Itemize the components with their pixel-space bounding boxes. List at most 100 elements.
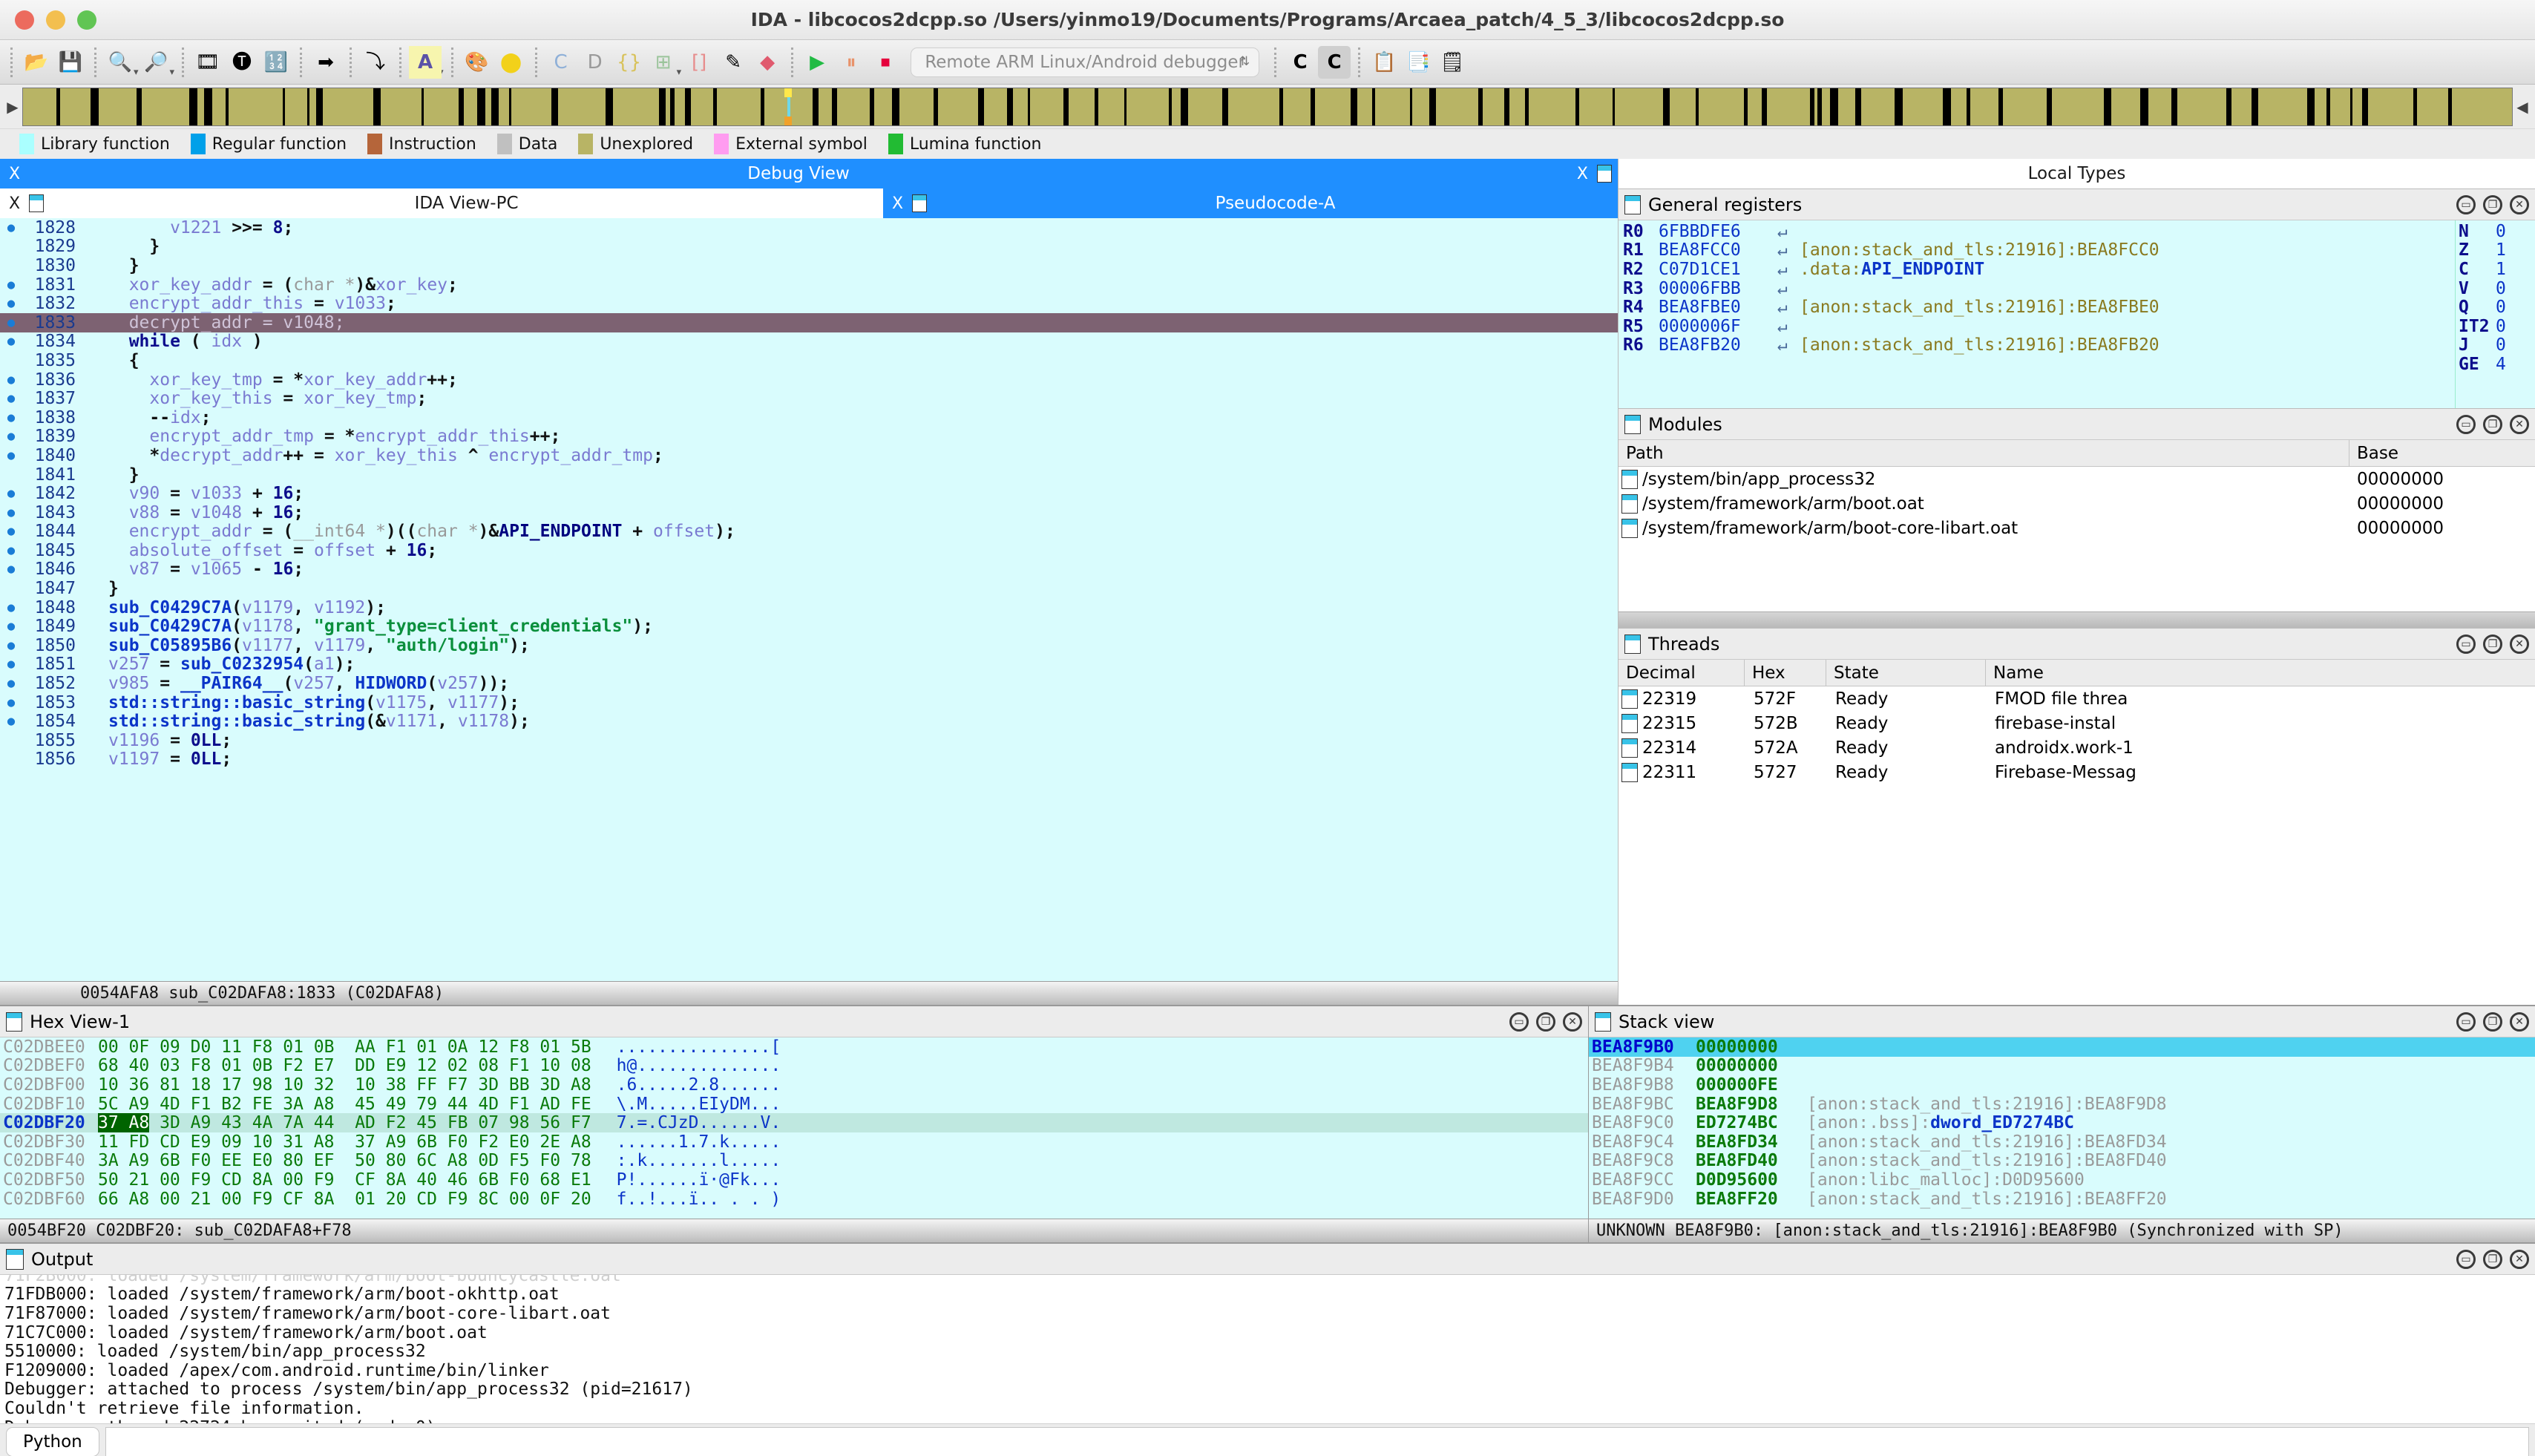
register-row[interactable]: R1BEA8FCC0↵[anon:stack_and_tls:21916]:BE… — [1623, 241, 2455, 260]
tab-debug-view[interactable]: X Debug View X — [0, 159, 1618, 188]
breakpoint-dot-icon[interactable]: ● — [0, 410, 22, 425]
close-icon[interactable]: X — [0, 165, 29, 183]
close-panel-button[interactable]: ✕ — [2510, 1250, 2529, 1269]
threads-list[interactable]: 22319572FReadyFMOD file threa22315572BRe… — [1619, 686, 2535, 1005]
symbol-link[interactable]: API_ENDPOINT — [1861, 260, 1984, 279]
hex-bytes[interactable]: 66 A8 00 21 00 F9 CF 8A 01 20 CD F9 8C 0… — [98, 1190, 591, 1209]
debug-view-tabrow[interactable]: X Debug View X — [0, 159, 1618, 188]
close-panel-button[interactable]: ✕ — [2510, 1012, 2529, 1032]
threads-col-name[interactable]: Name — [1986, 660, 2535, 686]
minimize-panel-button[interactable]: ▭ — [2456, 1012, 2476, 1032]
color-icon[interactable]: 🎨 — [461, 46, 493, 79]
delete-type-icon[interactable]: 🗒 — [1436, 46, 1469, 79]
pseudocode-line[interactable]: ●1851v257 = sub_C0232954(a1); — [0, 655, 1618, 675]
pseudocode-line[interactable]: 1855v1196 = 0LL; — [0, 731, 1618, 750]
hex-bytes[interactable]: 5C A9 4D F1 B2 FE 3A A8 45 49 79 44 4D F… — [98, 1095, 591, 1114]
navigation-band[interactable] — [22, 88, 2513, 126]
stack-row[interactable]: BEA8F9D0BEA8FF20[anon:stack_and_tls:2191… — [1589, 1190, 2535, 1209]
close-icon[interactable]: X — [883, 194, 912, 213]
threads-col-state[interactable]: State — [1826, 660, 1986, 686]
flag-row[interactable]: Z1 — [2456, 241, 2535, 260]
float-panel-button[interactable]: ❐ — [2483, 1250, 2502, 1269]
register-value[interactable]: 6FBBDFE6 — [1659, 222, 1777, 241]
hex-row[interactable]: C02DBF105C A9 4D F1 B2 FE 3A A8 45 49 79… — [0, 1095, 1588, 1114]
register-value[interactable]: 00006FBB — [1659, 279, 1777, 298]
pseudocode-line[interactable]: ●1839 encrypt_addr_tmp = *encrypt_addr_t… — [0, 427, 1618, 447]
pseudocode-line[interactable]: ●1845 absolute_offset = offset + 16; — [0, 541, 1618, 560]
stack-value[interactable]: BEA8FD34 — [1696, 1132, 1807, 1152]
stack-value[interactable]: 000000FE — [1696, 1075, 1807, 1095]
hex-bytes[interactable]: 50 21 00 F9 CD 8A 00 F9 CF 8A 40 46 6B F… — [98, 1170, 591, 1190]
breakpoint-dot-icon[interactable]: ● — [0, 391, 22, 406]
float-panel-button[interactable]: ❐ — [2483, 1012, 2502, 1032]
pseudocode-line[interactable]: ●1844 encrypt_addr = (__int64 *)((char *… — [0, 522, 1618, 542]
flags-list[interactable]: N0Z1C1V0Q0IT20J0GE4 — [2455, 220, 2535, 408]
register-value[interactable]: C07D1CE1 — [1659, 260, 1777, 279]
breakpoint-dot-icon[interactable]: ● — [0, 296, 22, 311]
minimize-panel-button[interactable]: ▭ — [1509, 1012, 1529, 1032]
tab-local-types[interactable]: Local Types — [1619, 159, 2535, 188]
run-icon[interactable]: ▶ — [801, 46, 833, 79]
breakpoint-dot-icon[interactable]: ● — [0, 278, 22, 292]
add-code-icon[interactable]: C — [545, 46, 577, 79]
hex-row[interactable]: C02DBF403A A9 6B F0 EE E0 80 EF 50 80 6C… — [0, 1152, 1588, 1171]
panel-buttons[interactable]: ▭ ❐ ✕ — [2456, 195, 2529, 214]
general-registers-body[interactable]: R06FBBDFE6↵R1BEA8FCC0↵[anon:stack_and_tl… — [1619, 220, 2535, 408]
stack-value[interactable]: BEA8F9D8 — [1696, 1095, 1807, 1114]
add-type-icon[interactable]: 📑 — [1402, 46, 1434, 79]
breakpoint-dot-icon[interactable]: ● — [0, 619, 22, 634]
panel-buttons[interactable]: ▭ ❐ ✕ — [2456, 415, 2529, 434]
table-row[interactable]: 22319572FReadyFMOD file threa — [1619, 686, 2535, 711]
text-view-icon[interactable]: 🅣 — [226, 46, 258, 79]
pseudocode-line[interactable]: ●1842 v90 = v1033 + 16; — [0, 484, 1618, 503]
symbol-link[interactable]: dword_ED7274BC — [1930, 1113, 2074, 1132]
stack-row[interactable]: BEA8F9CCD0D95600[anon:libc_malloc]:D0D95… — [1589, 1170, 2535, 1190]
close-panel-button[interactable]: ✕ — [2510, 195, 2529, 214]
follow-icon[interactable]: ↵ — [1777, 240, 1800, 260]
pseudocode-line[interactable]: ●1848sub_C0429C7A(v1179, v1192); — [0, 598, 1618, 617]
panel-buttons[interactable]: ▭ ❐ ✕ — [2456, 1012, 2529, 1032]
pause-icon[interactable]: ⏸ — [835, 46, 868, 79]
local-types-tabrow[interactable]: Local Types — [1619, 159, 2535, 188]
follow-icon[interactable]: ↵ — [1777, 298, 1800, 317]
edit-icon[interactable]: ✎ — [717, 46, 750, 79]
hex-row[interactable]: C02DBEF068 40 03 F8 01 0B F2 E7 DD E9 12… — [0, 1057, 1588, 1076]
hex-bytes[interactable]: 37 A8 3D A9 43 4A 7A 44 AD F2 45 FB 07 9… — [98, 1113, 591, 1132]
hex-bytes[interactable]: 68 40 03 F8 01 0B F2 E7 DD E9 12 02 08 F… — [98, 1056, 591, 1075]
add-struct-icon[interactable]: {} — [613, 46, 646, 79]
breakpoint-dot-icon[interactable]: ● — [0, 315, 22, 330]
pseudocode-line[interactable]: ●1831 xor_key_addr = (char *)&xor_key; — [0, 275, 1618, 295]
table-row[interactable]: /system/framework/arm/boot-core-libart.o… — [1619, 516, 2535, 540]
register-value[interactable]: 0000006F — [1659, 317, 1777, 336]
breakpoint-dot-icon[interactable]: ● — [0, 638, 22, 653]
register-row[interactable]: R4BEA8FBE0↵[anon:stack_and_tls:21916]:BE… — [1623, 298, 2455, 317]
stack-value[interactable]: D0D95600 — [1696, 1170, 1807, 1190]
cli-input[interactable] — [105, 1427, 2529, 1456]
delete-icon[interactable]: ◆ — [751, 46, 784, 79]
flag-value[interactable]: 0 — [2496, 335, 2506, 355]
pseudocode-pane[interactable]: ●1828 v1221 >>= 8;1829 }1830 }●1831 xor_… — [0, 218, 1618, 1005]
stack-value[interactable]: BEA8FF20 — [1696, 1190, 1807, 1209]
close-icon[interactable]: X — [0, 194, 29, 213]
save-icon[interactable]: 💾 — [54, 46, 87, 79]
register-value[interactable]: BEA8FCC0 — [1659, 240, 1777, 260]
table-row[interactable]: /system/bin/app_process3200000000 — [1619, 467, 2535, 491]
nav-left-arrow-icon[interactable]: ▶ — [6, 98, 19, 116]
breakpoint-dot-icon[interactable]: ● — [0, 334, 22, 349]
debugger-select[interactable]: Remote ARM Linux/Android debugger ⇅ — [911, 47, 1259, 77]
decompile-icon[interactable]: Ⅽ — [1284, 46, 1316, 79]
pseudocode-line[interactable]: ●1853std::string::basic_string(v1175, v1… — [0, 693, 1618, 712]
stack-row[interactable]: BEA8F9B8000000FE — [1589, 1075, 2535, 1095]
close-panel-button[interactable]: ✕ — [2510, 634, 2529, 654]
pseudocode-line[interactable]: ●1843 v88 = v1048 + 16; — [0, 503, 1618, 522]
font-icon[interactable]: A — [409, 46, 442, 79]
stack-value[interactable]: 00000000 — [1696, 1056, 1807, 1075]
minimize-panel-button[interactable]: ▭ — [2456, 195, 2476, 214]
hex-dump[interactable]: C02DBEE000 0F 09 D0 11 F8 01 0B AA F1 01… — [0, 1037, 1588, 1219]
pseudocode-line[interactable]: ●1833 decrypt_addr = v1048; — [0, 313, 1618, 332]
stack-row[interactable]: BEA8F9B000000000 — [1589, 1037, 2535, 1057]
pseudocode-line[interactable]: ●1854std::string::basic_string(&v1171, v… — [0, 712, 1618, 731]
hex-selection[interactable]: 37 A8 — [98, 1113, 149, 1132]
modules-hscrollbar[interactable] — [1619, 611, 2535, 628]
follow-icon[interactable]: ↵ — [1777, 279, 1800, 298]
